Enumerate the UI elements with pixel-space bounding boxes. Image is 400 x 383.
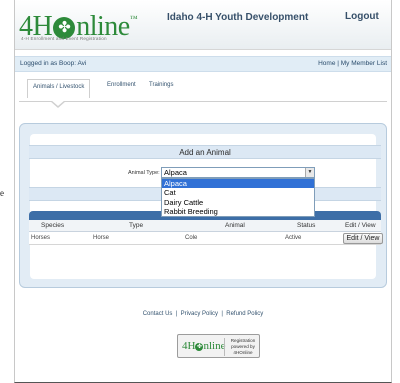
tab-divider bbox=[19, 101, 387, 102]
logo-tagline: 4-H Enrollment and Event Registration bbox=[21, 36, 107, 41]
top-links: Home | My Member List bbox=[318, 60, 387, 67]
badge-logo-prefix: 4H bbox=[182, 340, 196, 352]
animal-type-value: Alpaca bbox=[164, 168, 187, 177]
site-header: 4H ✤ nline™ 4-H Enrollment and Event Regis… bbox=[15, 0, 391, 50]
animal-type-dropdown: Alpaca Cat Dairy Cattle Rabbit Breeding bbox=[161, 178, 315, 217]
tab-animals-livestock[interactable]: Animals / Livestock bbox=[27, 79, 91, 98]
badge-logo: 4H✤nline bbox=[182, 340, 225, 352]
footer-separator: | bbox=[221, 311, 223, 317]
dropdown-option-alpaca[interactable]: Alpaca bbox=[162, 179, 314, 189]
trademark-icon: ™ bbox=[129, 14, 138, 23]
badge-divider bbox=[224, 338, 225, 356]
edit-view-button[interactable]: Edit / View bbox=[343, 233, 383, 244]
column-header-status: Status bbox=[297, 222, 316, 229]
chevron-down-icon[interactable]: ▼ bbox=[305, 168, 314, 177]
dropdown-option-rabbit-breeding[interactable]: Rabbit Breeding bbox=[162, 207, 314, 216]
badge-logo-suffix: nline bbox=[203, 340, 226, 352]
footer-links: Contact Us | Privacy Policy | Refund Pol… bbox=[15, 311, 391, 317]
contact-us-link[interactable]: Contact Us bbox=[143, 311, 173, 317]
logged-in-text: Logged in as Boop: Avi bbox=[20, 60, 87, 67]
animal-type-select[interactable]: Alpaca ▼ bbox=[161, 167, 315, 178]
tab-enrollment[interactable]: Enrollment bbox=[107, 82, 136, 88]
column-header-edit-view: Edit / View bbox=[345, 222, 376, 229]
table-row: Horses Horse Cole Active Edit / View bbox=[29, 232, 383, 245]
refund-policy-link[interactable]: Refund Policy bbox=[226, 311, 263, 317]
powered-by-badge[interactable]: 4H✤nline Registration powered by 4HOnlin… bbox=[177, 334, 260, 358]
tab-trainings[interactable]: Trainings bbox=[149, 82, 173, 88]
column-header-type: Type bbox=[129, 222, 144, 229]
dropdown-option-dairy-cattle[interactable]: Dairy Cattle bbox=[162, 198, 314, 207]
badge-text: Registration powered by 4HOnline bbox=[227, 338, 259, 356]
cell-animal: Cole bbox=[185, 235, 198, 241]
add-animal-heading: Add an Animal bbox=[29, 145, 381, 159]
badge-line-3: 4HOnline bbox=[233, 350, 253, 355]
dropdown-option-cat[interactable]: Cat bbox=[162, 188, 314, 197]
column-header-species: Species bbox=[41, 222, 65, 229]
animal-list-columns: Species Type Animal Status Edit / View bbox=[29, 220, 381, 232]
login-bar: Logged in as Boop: Avi Home | My Member … bbox=[15, 56, 391, 72]
tab-pointer-fill bbox=[51, 100, 65, 106]
member-list-link[interactable]: My Member List bbox=[341, 60, 387, 67]
column-header-animal: Animal bbox=[225, 222, 245, 229]
browser-frame: 4H ✤ nline ™ 4-H Enrollment and Event Regis… bbox=[14, 0, 392, 383]
org-title: Idaho 4-H Youth Development bbox=[167, 12, 309, 23]
cell-type: Horse bbox=[93, 235, 110, 241]
cell-species: Horses bbox=[31, 235, 51, 241]
home-link[interactable]: Home bbox=[318, 60, 335, 67]
footer-separator: | bbox=[175, 311, 178, 317]
privacy-policy-link[interactable]: Privacy Policy bbox=[181, 311, 218, 317]
logout-link[interactable]: Logout bbox=[345, 11, 379, 22]
stray-text: e bbox=[0, 188, 4, 198]
link-separator: | bbox=[337, 60, 339, 67]
animal-type-label: Animal Type: bbox=[128, 170, 160, 176]
cell-status: Active bbox=[285, 235, 302, 241]
